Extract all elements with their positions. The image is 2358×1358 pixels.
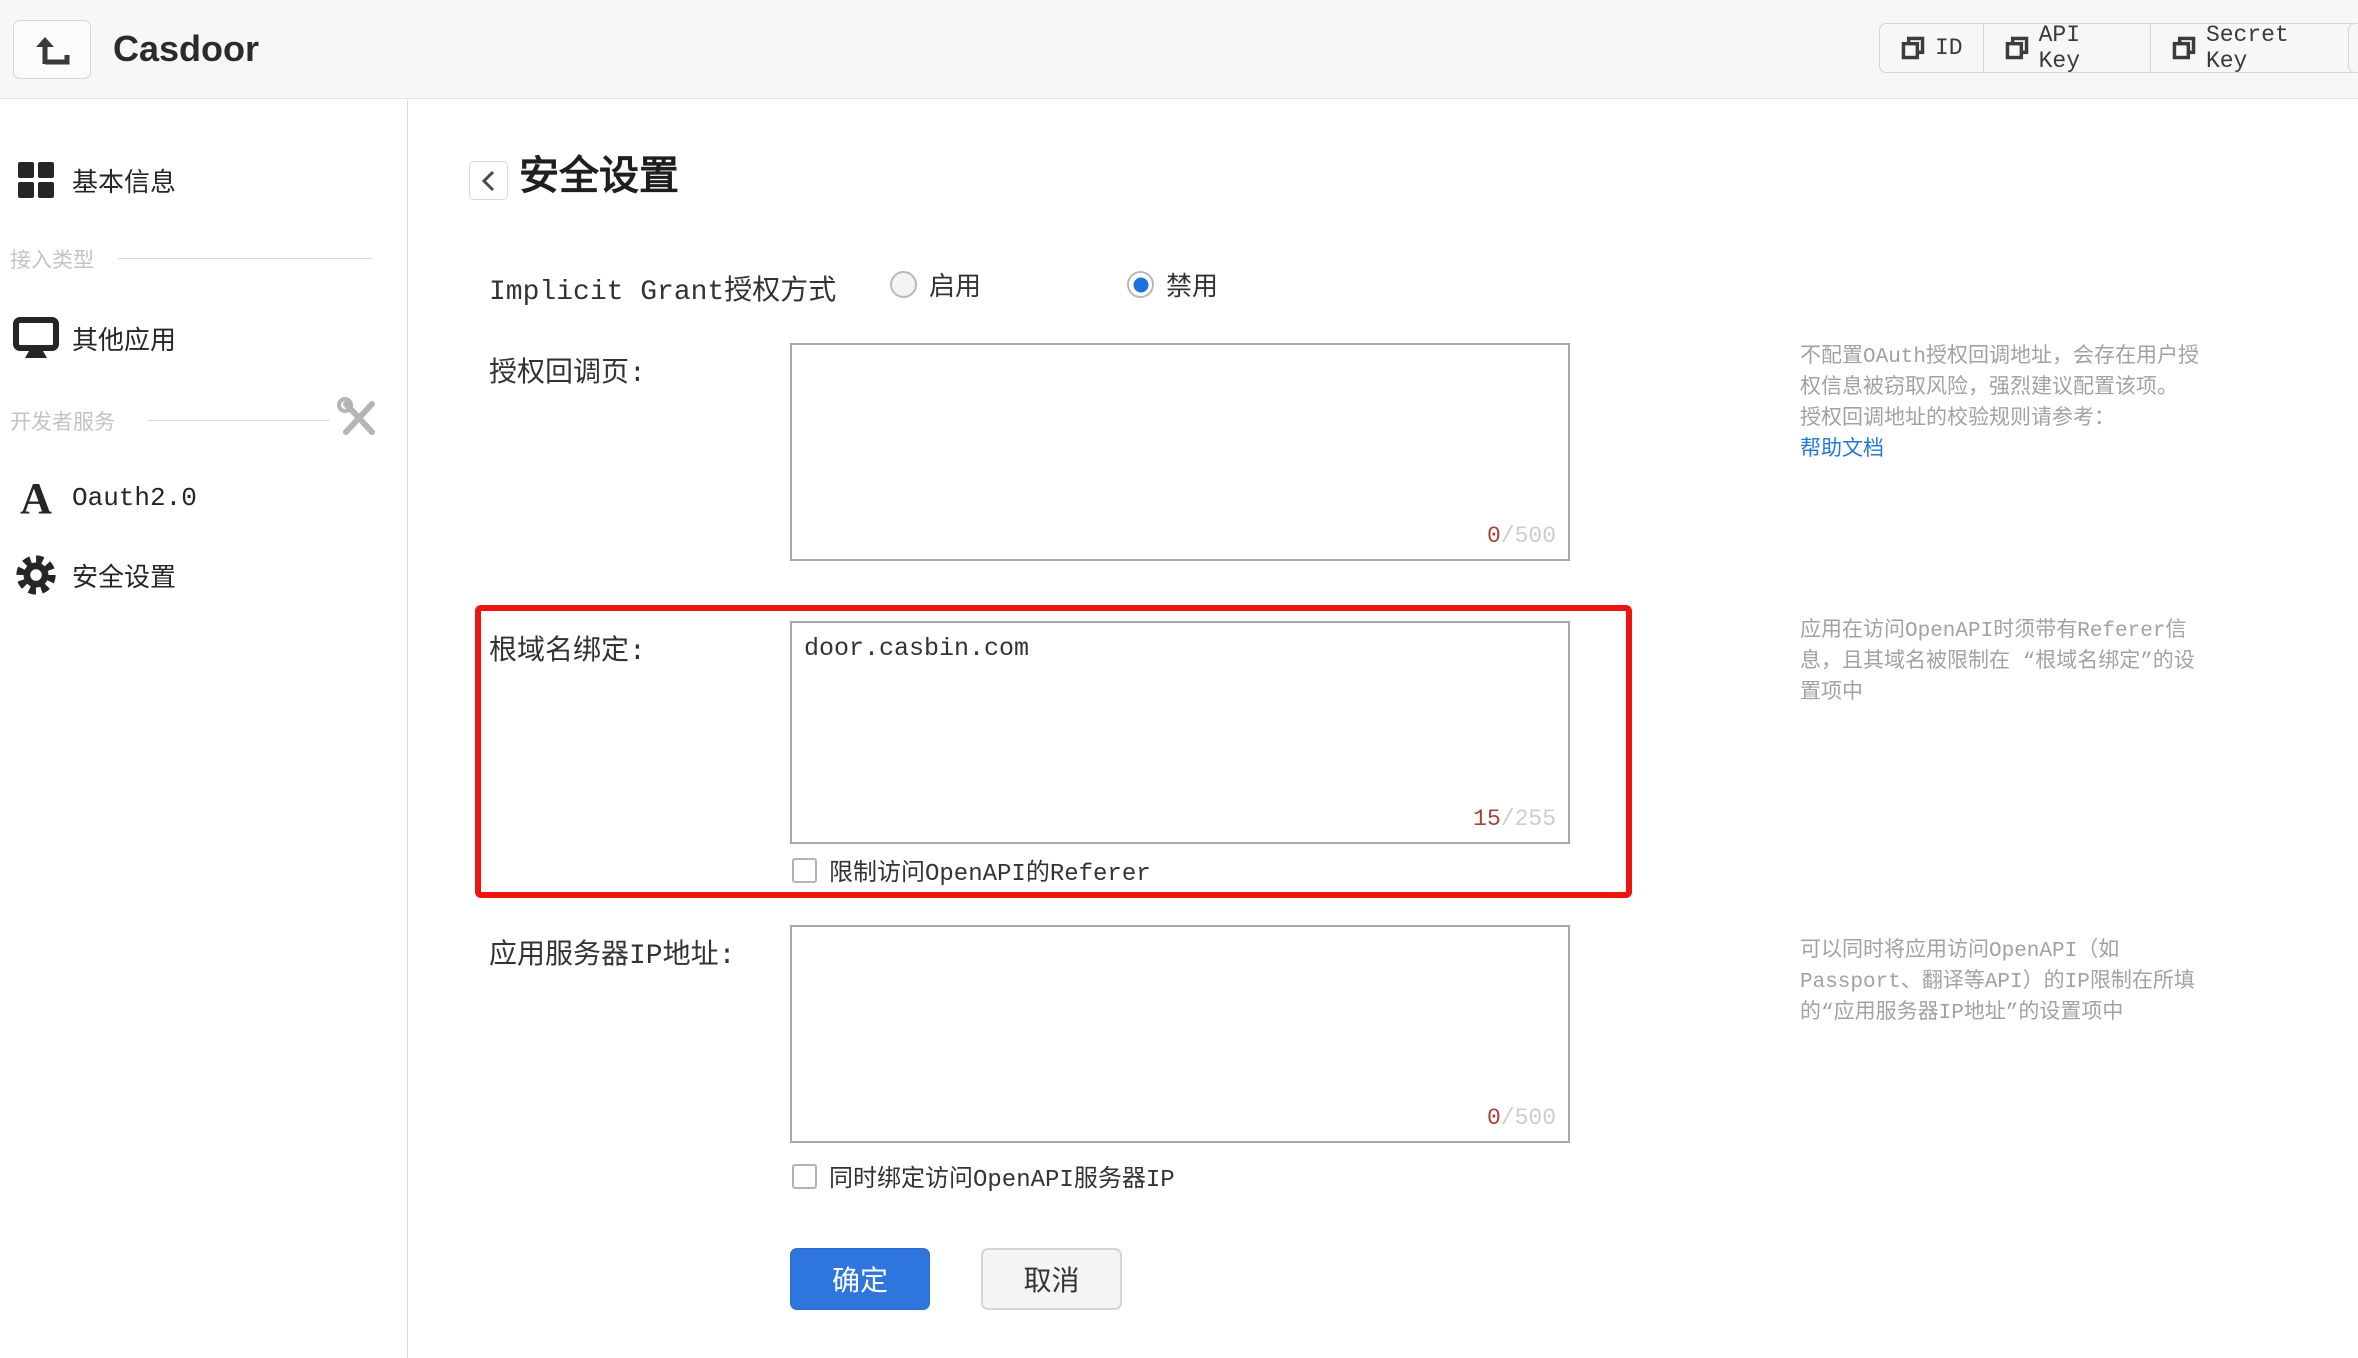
char-counter: 0/500 xyxy=(1486,523,1556,549)
sidebar-divider-access-type: 接入类型 xyxy=(0,242,408,276)
sidebar-item-label: 其他应用 xyxy=(72,326,177,357)
sidebar-item-label: 基本信息 xyxy=(72,168,177,199)
page-title: 安全设置 xyxy=(519,154,679,198)
copy-icon xyxy=(2171,35,2197,61)
chevron-left-icon xyxy=(478,168,500,194)
checkbox-unchecked[interactable] xyxy=(792,857,817,883)
copy-button-label: Secret Key xyxy=(2205,22,2289,74)
ok-button[interactable]: 确定 xyxy=(790,1248,930,1310)
callback-urls-label: 授权回调页: xyxy=(489,359,646,390)
callback-urls-help: 不配置OAuth授权回调地址，会存在用户授权信息被窃取风险，强烈建议配置该项。 … xyxy=(1800,342,2210,466)
checkbox-unchecked[interactable] xyxy=(792,1163,817,1189)
copy-icon xyxy=(2004,35,2030,61)
help-text: 授权回调地址的校验规则请参考： xyxy=(1800,408,2115,431)
radio-disable[interactable]: 禁用 xyxy=(1127,266,1218,303)
help-text: 可以同时将应用访问OpenAPI（如Passport、翻译等API）的IP限制在… xyxy=(1800,940,2195,1025)
sidebar-item-label: 安全设置 xyxy=(72,563,177,594)
checkbox-label[interactable]: 同时绑定访问OpenAPI服务器IP xyxy=(829,1158,1175,1194)
divider-label: 开发者服务 xyxy=(10,413,115,436)
monitor-icon xyxy=(12,314,60,362)
root-domain-label: 根域名绑定: xyxy=(489,637,646,668)
sidebar-item-basic-info[interactable]: 基本信息 xyxy=(0,152,408,208)
gear-icon xyxy=(12,551,60,599)
sidebar: 基本信息 接入类型 其他应用 开发者服务 A Oauth2.0 安全设置 xyxy=(0,100,408,1358)
copy-button-label: ID xyxy=(1935,35,1963,61)
root-domain-help: 应用在访问OpenAPI时须带有Referer信息，且其域名被限制在 “根域名绑… xyxy=(1800,616,2210,709)
clipped-header-button[interactable] xyxy=(2348,23,2358,73)
top-header: Casdoor ID API Key Secret Key xyxy=(0,0,2358,99)
app-server-ip-label: 应用服务器IP地址: xyxy=(489,941,736,972)
level-up-arrow-icon xyxy=(30,29,74,71)
copy-id-button[interactable]: ID xyxy=(1880,24,1984,72)
grid-icon xyxy=(12,156,60,204)
cancel-button[interactable]: 取消 xyxy=(981,1248,1122,1310)
copy-button-label: API Key xyxy=(2038,22,2081,74)
help-doc-link[interactable]: 帮助文档 xyxy=(1800,435,1884,466)
app-server-ip-textarea[interactable] xyxy=(790,925,1570,1143)
page-back-button[interactable] xyxy=(469,161,508,200)
sidebar-item-other-apps[interactable]: 其他应用 xyxy=(0,310,408,366)
restrict-referer-checkbox-row[interactable]: 限制访问OpenAPI的Referer xyxy=(792,852,1151,888)
callback-urls-field: 0/500 xyxy=(790,343,1570,561)
app-server-ip-help: 可以同时将应用访问OpenAPI（如Passport、翻译等API）的IP限制在… xyxy=(1800,936,2210,1029)
root-domain-field: door.casbin.com 15/255 xyxy=(790,621,1570,844)
radio-circle-selected[interactable] xyxy=(1127,271,1154,298)
sidebar-item-label: Oauth2.0 xyxy=(72,483,197,513)
sidebar-item-security-settings[interactable]: 安全设置 xyxy=(0,547,408,603)
sidebar-divider-developer-services: 开发者服务 xyxy=(0,397,408,438)
root-domain-textarea[interactable]: door.casbin.com xyxy=(790,621,1570,844)
char-counter: 0/500 xyxy=(1486,1105,1556,1131)
main-content: 安全设置 Implicit Grant授权方式 启用 禁用 授权回调页: 0/5… xyxy=(409,100,2358,1358)
tools-icon xyxy=(336,396,380,440)
app-server-ip-field: 0/500 xyxy=(790,925,1570,1143)
radio-label[interactable]: 禁用 xyxy=(1166,266,1218,303)
radio-circle-unselected[interactable] xyxy=(890,271,917,298)
divider-label: 接入类型 xyxy=(10,251,94,274)
copy-api-key-button[interactable]: API Key xyxy=(1984,22,2151,74)
copy-icon xyxy=(1900,35,1926,61)
header-copy-button-group: ID API Key Secret Key xyxy=(1879,22,2358,74)
help-text: 不配置OAuth授权回调地址，会存在用户授权信息被窃取风险，强烈建议配置该项。 xyxy=(1800,346,2200,400)
header-back-button[interactable] xyxy=(13,20,91,79)
app-title: Casdoor xyxy=(113,28,260,69)
sidebar-item-oauth2[interactable]: A Oauth2.0 xyxy=(0,470,408,526)
callback-urls-textarea[interactable] xyxy=(790,343,1570,561)
radio-enable[interactable]: 启用 xyxy=(890,266,981,303)
checkbox-label[interactable]: 限制访问OpenAPI的Referer xyxy=(829,852,1151,888)
radio-label[interactable]: 启用 xyxy=(929,266,981,303)
char-counter: 15/255 xyxy=(1473,806,1556,832)
implicit-grant-label: Implicit Grant授权方式 xyxy=(489,277,837,308)
font-a-icon: A xyxy=(20,473,52,523)
help-text: 应用在访问OpenAPI时须带有Referer信息，且其域名被限制在 “根域名绑… xyxy=(1800,620,2195,705)
bind-openapi-ip-checkbox-row[interactable]: 同时绑定访问OpenAPI服务器IP xyxy=(792,1158,1175,1194)
copy-secret-key-button[interactable]: Secret Key xyxy=(2151,22,2357,74)
